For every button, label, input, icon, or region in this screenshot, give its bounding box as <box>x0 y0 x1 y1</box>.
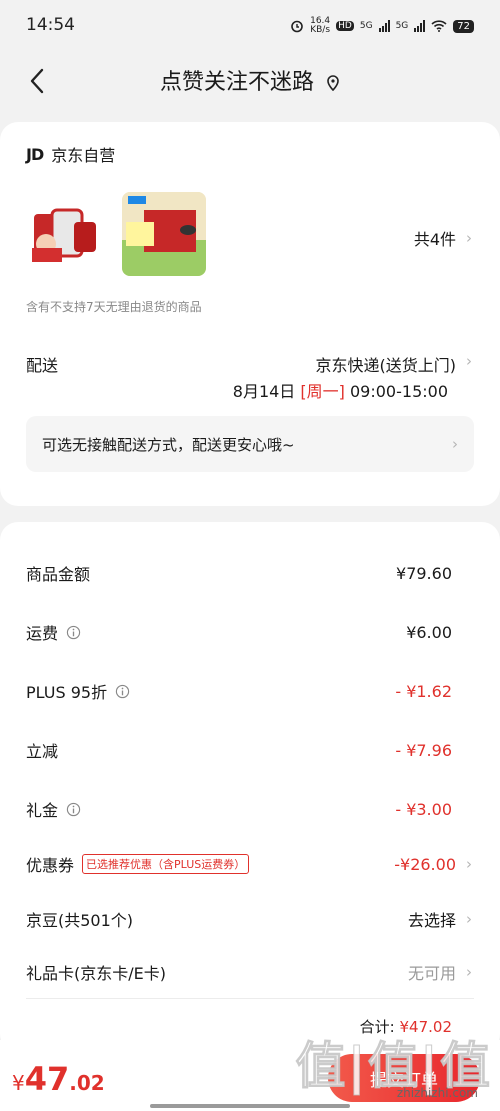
delivery-method[interactable]: 京东快递(送货上门) › <box>316 352 473 376</box>
pay-amount: ¥47.02 <box>12 1060 105 1098</box>
instant-discount-value: - ¥7.96 <box>395 740 452 760</box>
sim2-label: 5G <box>395 21 409 31</box>
coupon-value: -¥26.00 <box>394 854 456 874</box>
nav-bar: 点赞关注不迷路 <box>0 52 500 112</box>
gift-money-label: 礼金 <box>26 801 59 820</box>
delivery-label: 配送 <box>26 356 59 375</box>
chevron-right-icon: › <box>466 352 472 370</box>
info-icon[interactable] <box>66 625 81 640</box>
gift-card-row[interactable]: 礼品卡(京东卡/E卡) 无可用 › <box>26 957 472 987</box>
jd-beans-label: 京豆(共501个) <box>26 911 134 930</box>
product-image <box>122 192 206 276</box>
plus-discount-value: - ¥1.62 <box>395 681 452 701</box>
product-image <box>32 208 96 262</box>
product-thumbnail-2[interactable] <box>122 192 206 276</box>
delivery-weekday: [周一] <box>300 382 345 401</box>
shipping-label: 运费 <box>26 624 59 643</box>
page-title: 点赞关注不迷路 <box>0 64 500 96</box>
network-speed: 16.4 KB/s <box>310 16 331 35</box>
jd-logo: JD <box>26 144 44 164</box>
battery-indicator: 72 <box>453 19 474 33</box>
instant-discount-row: 立减 - ¥7.96 <box>26 735 472 765</box>
coupon-row[interactable]: 优惠券 已选推荐优惠（含PLUS运费券） -¥26.00 › <box>26 849 472 879</box>
return-note: 含有不支持7天无理由退货的商品 <box>26 300 202 314</box>
sim1-label: 5G <box>359 21 373 31</box>
fee-card: 商品金额 ¥79.60 运费 ¥6.00 PLUS 95折 - ¥1.62 立减… <box>0 522 500 1052</box>
wifi-icon <box>431 20 447 32</box>
shop-name: 京东自营 <box>51 146 116 165</box>
gift-money-row: 礼金 - ¥3.00 <box>26 794 472 824</box>
goods-amount-label: 商品金额 <box>26 565 91 584</box>
pay-amount-integer: 47 <box>24 1060 70 1098</box>
jd-beans-value: 去选择 <box>407 911 456 930</box>
home-indicator[interactable] <box>150 1104 350 1108</box>
contactless-text: 可选无接触配送方式，配送更安心哦~ <box>42 435 295 454</box>
item-count[interactable]: 共4件 › <box>414 226 472 250</box>
divider <box>26 998 474 999</box>
signal-icon <box>414 20 426 32</box>
delivery-method-text: 京东快递(送货上门) <box>315 356 457 375</box>
contactless-delivery-option[interactable]: 可选无接触配送方式，配送更安心哦~ › <box>26 416 474 472</box>
item-count-label: 共4件 <box>413 230 456 249</box>
gift-card-label: 礼品卡(京东卡/E卡) <box>26 964 166 983</box>
info-icon[interactable] <box>115 684 130 699</box>
hd-badge: HD <box>336 21 354 31</box>
goods-amount-row: 商品金额 ¥79.60 <box>26 558 472 588</box>
status-icons: 16.4 KB/s HD 5G 5G 72 <box>290 17 474 35</box>
chevron-right-icon: › <box>466 963 472 981</box>
gift-money-value: - ¥3.00 <box>395 799 452 819</box>
title-text: 点赞关注不迷路 <box>159 70 314 95</box>
watermark-url: zhizhizhi.com <box>396 1086 478 1100</box>
delivery-date: 8月14日 <box>232 382 296 401</box>
alarm-icon <box>291 20 303 33</box>
chevron-right-icon: › <box>452 435 458 453</box>
shop-card: JD 京东自营 共4件 › 含有不支持7天无理由退货的商品 配送 京东快递(送货… <box>0 122 500 506</box>
chevron-right-icon: › <box>466 910 472 928</box>
delivery-time[interactable]: 8月14日 [周一] 09:00-15:00 <box>233 378 448 402</box>
shipping-value: ¥6.00 <box>406 622 452 642</box>
status-bar: 14:54 16.4 KB/s HD 5G 5G 72 <box>0 0 500 52</box>
coupon-label: 优惠券 <box>26 856 75 875</box>
plus-discount-label: PLUS 95折 <box>26 683 108 702</box>
jd-beans-row[interactable]: 京豆(共501个) 去选择 › <box>26 904 472 934</box>
status-time: 14:54 <box>26 15 75 35</box>
instant-discount-label: 立减 <box>26 742 59 761</box>
gift-card-value: 无可用 <box>407 964 456 983</box>
info-icon[interactable] <box>66 802 81 817</box>
delivery-time-range: 09:00-15:00 <box>350 382 448 401</box>
chevron-right-icon: › <box>466 229 472 247</box>
signal-icon <box>378 20 390 32</box>
coupon-tag: 已选推荐优惠（含PLUS运费券） <box>82 854 250 874</box>
goods-amount-value: ¥79.60 <box>396 563 452 583</box>
pay-amount-decimal: .02 <box>69 1071 105 1095</box>
shipping-row: 运费 ¥6.00 <box>26 617 472 647</box>
pay-currency: ¥ <box>12 1071 25 1095</box>
product-thumbnail-1[interactable] <box>24 192 108 276</box>
chevron-right-icon: › <box>466 855 472 873</box>
plus-discount-row: PLUS 95折 - ¥1.62 <box>26 676 472 706</box>
shop-header: JD 京东自营 <box>26 142 115 166</box>
location-pin-icon[interactable] <box>326 75 340 91</box>
